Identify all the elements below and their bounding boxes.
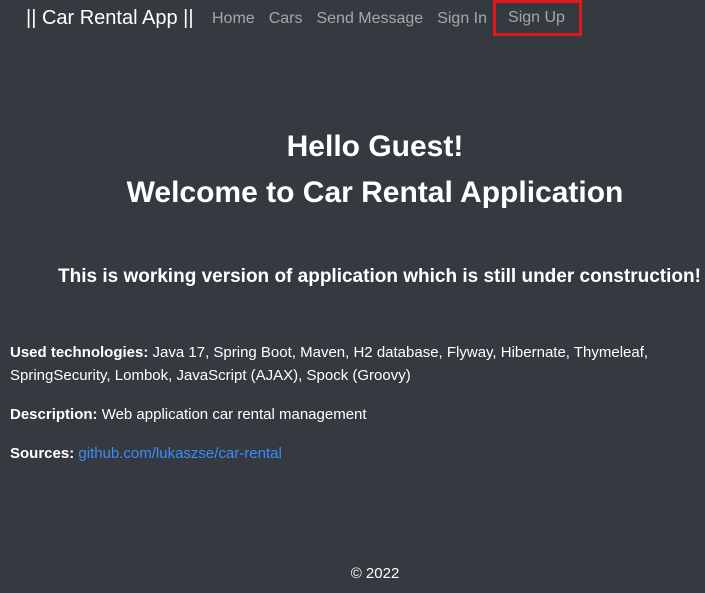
- nav-link-cars[interactable]: Cars: [262, 9, 310, 33]
- description-paragraph: Description: Web application car rental …: [10, 403, 700, 426]
- welcome-heading: Welcome to Car Rental Application: [126, 176, 624, 209]
- nav-link-home[interactable]: Home: [205, 9, 262, 33]
- nav-links: Home Cars Send Message Sign In Sign Up: [205, 0, 582, 36]
- sources-label: Sources:: [10, 445, 79, 462]
- brand-link[interactable]: || Car Rental App ||: [26, 7, 194, 30]
- description-value: Web application car rental management: [101, 406, 367, 423]
- sources-paragraph: Sources: github.com/lukaszse/car-rental: [10, 442, 700, 465]
- nav-link-send-message[interactable]: Send Message: [309, 9, 430, 33]
- info-section: Used technologies: Java 17, Spring Boot,…: [10, 341, 700, 481]
- technologies-label: Used technologies:: [10, 344, 153, 361]
- navbar: || Car Rental App || Home Cars Send Mess…: [0, 0, 705, 38]
- hero: Hello Guest! Welcome to Car Rental Appli…: [0, 124, 705, 216]
- nav-link-sign-up[interactable]: Sign Up: [493, 0, 582, 36]
- sources-link[interactable]: github.com/lukaszse/car-rental: [78, 445, 281, 462]
- nav-link-sign-in[interactable]: Sign In: [430, 9, 494, 33]
- subtitle: This is working version of application w…: [58, 266, 701, 287]
- footer-copyright: © 2022: [350, 565, 400, 582]
- page: || Car Rental App || Home Cars Send Mess…: [0, 0, 705, 593]
- greeting-heading: Hello Guest!: [286, 130, 464, 163]
- description-label: Description:: [10, 406, 102, 423]
- technologies-paragraph: Used technologies: Java 17, Spring Boot,…: [10, 341, 700, 387]
